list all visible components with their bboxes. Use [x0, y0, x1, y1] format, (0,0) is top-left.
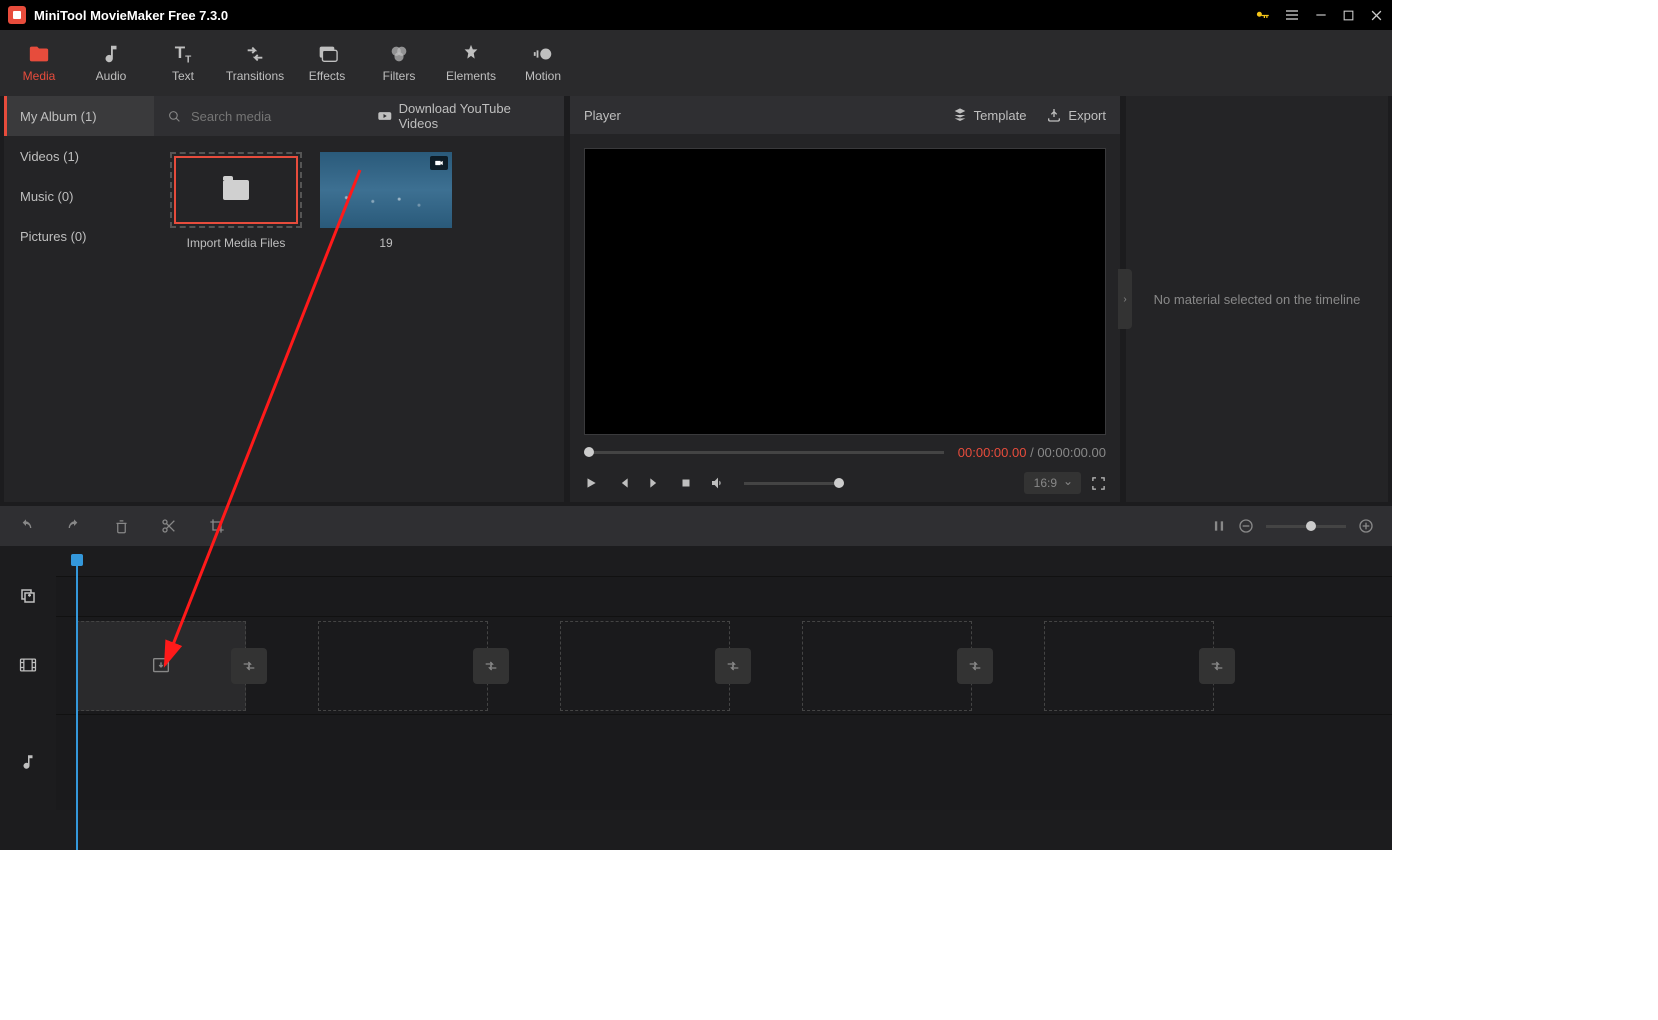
redo-button[interactable]	[66, 518, 82, 534]
properties-panel: › No material selected on the timeline	[1126, 96, 1388, 502]
content-area: My Album (1) Videos (1) Music (0) Pictur…	[0, 96, 1392, 506]
transition-slot-icon[interactable]	[715, 648, 751, 684]
delete-button[interactable]	[114, 519, 129, 534]
transition-icon	[244, 43, 266, 65]
next-frame-button[interactable]	[648, 476, 662, 490]
app-title: MiniTool MovieMaker Free 7.3.0	[34, 8, 1255, 23]
main-toolbar: Media Audio TT Text Transitions Effects	[0, 30, 1392, 96]
timeline-clip-slot[interactable]	[802, 621, 972, 711]
import-media-button[interactable]: Import Media Files	[170, 152, 302, 250]
tool-transitions[interactable]: Transitions	[220, 33, 290, 93]
video-track-icon	[0, 616, 56, 714]
player-header: Player Template Export	[570, 96, 1120, 134]
transition-slot-icon[interactable]	[473, 648, 509, 684]
zoom-slider[interactable]	[1266, 525, 1346, 528]
filters-icon	[388, 43, 410, 65]
folder-icon	[28, 43, 50, 65]
license-key-icon[interactable]	[1255, 8, 1270, 23]
properties-empty-text: No material selected on the timeline	[1126, 96, 1388, 502]
media-tab-pictures[interactable]: Pictures (0)	[4, 216, 154, 256]
transition-slot-icon[interactable]	[1199, 648, 1235, 684]
tool-filters[interactable]: Filters	[364, 33, 434, 93]
play-button[interactable]	[584, 476, 598, 490]
transition-slot-icon[interactable]	[231, 648, 267, 684]
crop-button[interactable]	[209, 518, 225, 534]
timeline-toolbar	[0, 506, 1392, 546]
collapse-properties-button[interactable]: ›	[1118, 269, 1132, 329]
timeline-text-track[interactable]	[56, 576, 1392, 616]
export-icon	[1046, 107, 1062, 123]
template-icon	[952, 107, 968, 123]
tool-audio[interactable]: Audio	[76, 33, 146, 93]
tool-media[interactable]: Media	[4, 33, 74, 93]
media-main: Download YouTube Videos Import Media Fil…	[154, 96, 564, 502]
export-button[interactable]: Export	[1046, 107, 1106, 123]
search-input[interactable]	[191, 109, 367, 124]
media-tab-videos[interactable]: Videos (1)	[4, 136, 154, 176]
snap-button[interactable]	[1212, 519, 1226, 533]
timeline-video-track[interactable]	[56, 616, 1392, 714]
media-sidebar: My Album (1) Videos (1) Music (0) Pictur…	[4, 96, 154, 502]
player-controls: 16:9	[584, 472, 1106, 494]
stop-button[interactable]	[680, 477, 692, 489]
music-note-icon	[100, 43, 122, 65]
search-icon	[168, 110, 181, 123]
tool-elements[interactable]: Elements	[436, 33, 506, 93]
title-bar: MiniTool MovieMaker Free 7.3.0	[0, 0, 1392, 30]
timeline-clip-slot[interactable]	[1044, 621, 1214, 711]
app-window: MiniTool MovieMaker Free 7.3.0	[0, 0, 1392, 850]
volume-slider[interactable]	[744, 482, 844, 485]
add-track-button[interactable]	[0, 576, 56, 616]
template-button[interactable]: Template	[952, 107, 1027, 123]
elements-icon	[460, 43, 482, 65]
folder-icon	[223, 180, 249, 200]
minimize-icon[interactable]	[1314, 8, 1328, 22]
playhead[interactable]	[76, 562, 78, 850]
effects-icon	[316, 43, 338, 65]
timeline-audio-track[interactable]	[56, 714, 1392, 810]
timeline-drop-slot[interactable]	[76, 621, 246, 711]
app-logo-icon	[8, 6, 26, 24]
tool-motion[interactable]: Motion	[508, 33, 578, 93]
aspect-ratio-select[interactable]: 16:9	[1024, 472, 1081, 494]
zoom-in-button[interactable]	[1358, 518, 1374, 534]
clip-thumbnail	[320, 152, 452, 228]
undo-button[interactable]	[18, 518, 34, 534]
media-header: Download YouTube Videos	[154, 96, 564, 136]
maximize-icon[interactable]	[1342, 9, 1355, 22]
prev-frame-button[interactable]	[616, 476, 630, 490]
zoom-out-button[interactable]	[1238, 518, 1254, 534]
tool-effects[interactable]: Effects	[292, 33, 362, 93]
drop-here-icon	[150, 655, 172, 677]
timeline-panel	[0, 506, 1392, 850]
video-badge-icon	[430, 156, 448, 170]
tool-text[interactable]: TT Text	[148, 33, 218, 93]
media-panel: My Album (1) Videos (1) Music (0) Pictur…	[4, 96, 564, 502]
media-tab-my-album[interactable]: My Album (1)	[4, 96, 154, 136]
timeline-body[interactable]	[0, 546, 1392, 850]
hamburger-menu-icon[interactable]	[1284, 7, 1300, 23]
fullscreen-icon[interactable]	[1091, 476, 1106, 491]
text-icon: TT	[172, 43, 194, 65]
player-viewport[interactable]	[584, 148, 1106, 435]
transition-slot-icon[interactable]	[957, 648, 993, 684]
youtube-download-link[interactable]: Download YouTube Videos	[377, 101, 550, 131]
player-progress-bar[interactable]: 00:00:00.00 / 00:00:00.00	[584, 445, 1106, 460]
media-grid: Import Media Files 19	[154, 136, 564, 266]
media-tab-music[interactable]: Music (0)	[4, 176, 154, 216]
audio-track-icon	[0, 714, 56, 810]
timeline-clip-slot[interactable]	[318, 621, 488, 711]
split-button[interactable]	[161, 518, 177, 534]
motion-icon	[532, 43, 554, 65]
timeline-clip-slot[interactable]	[560, 621, 730, 711]
media-clip-item[interactable]: 19	[320, 152, 452, 250]
player-panel: Player Template Export 00:00:00.00 / 00:…	[570, 96, 1120, 502]
player-title: Player	[584, 108, 932, 123]
volume-icon[interactable]	[710, 475, 726, 491]
close-icon[interactable]	[1369, 8, 1384, 23]
youtube-icon	[377, 108, 393, 124]
timecode: 00:00:00.00 / 00:00:00.00	[958, 445, 1106, 460]
